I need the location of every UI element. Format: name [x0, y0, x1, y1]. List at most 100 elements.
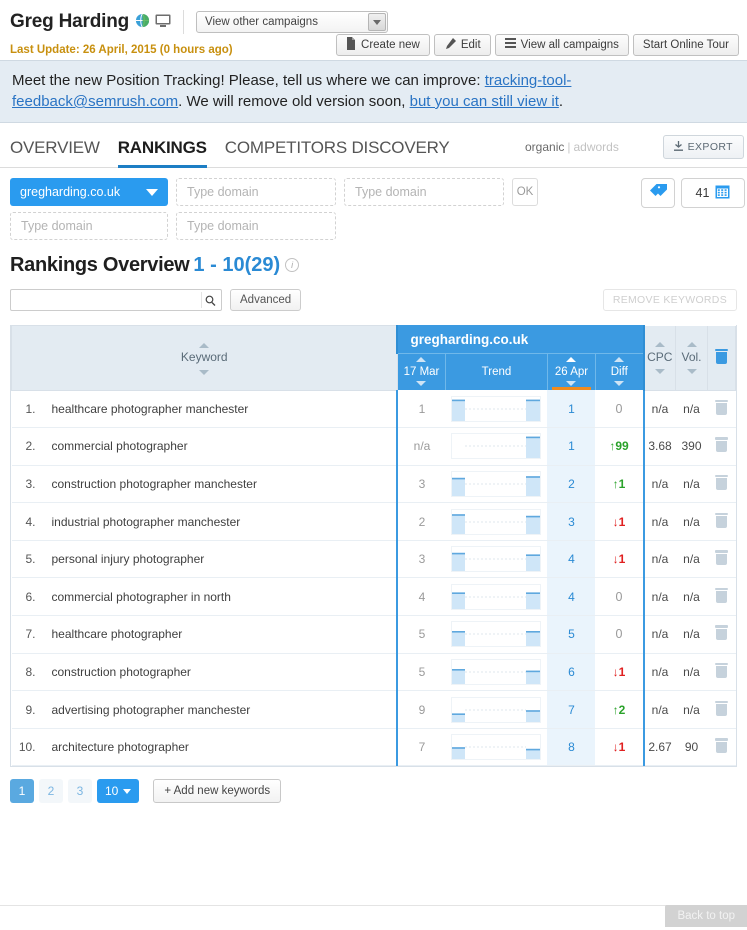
row-delete-button[interactable] — [707, 615, 736, 654]
add-new-keywords-button[interactable]: + Add new keywords — [153, 779, 282, 804]
tab-competitors-discovery[interactable]: COMPETITORS DISCOVERY — [225, 138, 450, 167]
last-update-text: Last Update: 26 April, 2015 (0 hours ago… — [10, 44, 233, 56]
ok-button[interactable]: OK — [512, 178, 538, 206]
tab-overview[interactable]: OVERVIEW — [10, 138, 100, 167]
row-keyword[interactable]: advertising photographer manchester — [41, 690, 398, 729]
row-delete-button[interactable] — [707, 690, 736, 729]
table-row[interactable]: 7. healthcare photographer 5 5 0 n/a n/a — [11, 615, 736, 654]
col-header-keyword[interactable]: Keyword — [11, 325, 398, 391]
chevron-down-icon[interactable] — [368, 13, 387, 31]
row-index: 10. — [11, 728, 42, 767]
row-delete-button[interactable] — [707, 728, 736, 767]
table-row[interactable]: 6. commercial photographer in north 4 4 0 n/a… — [11, 577, 736, 617]
table-row[interactable]: 10. architecture photographer 7 8 ↓1 2.67 90 — [11, 728, 736, 767]
tags-button[interactable] — [641, 178, 675, 208]
table-row[interactable]: 3. construction photographer manchester 3 2… — [11, 465, 736, 504]
campaign-toolbar: Greg Harding View other campaigns Last U… — [0, 0, 747, 60]
start-online-tour-button[interactable]: Start Online Tour — [632, 34, 739, 56]
row-keyword[interactable]: construction photographer manchester — [41, 465, 398, 504]
sort-arrows-icon — [654, 369, 665, 375]
page-button-2[interactable]: 2 — [39, 779, 63, 804]
row-delete-button[interactable] — [707, 427, 736, 466]
table-row[interactable]: 4. industrial photographer manchester 2 3 ↓1… — [11, 502, 736, 541]
row-keyword[interactable]: architecture photographer — [41, 728, 398, 767]
col-header-vol[interactable]: Vol. — [675, 325, 708, 391]
table-row[interactable]: 8. construction photographer 5 6 ↓1 n/a n/a — [11, 653, 736, 692]
table-row[interactable]: 9. advertising photographer manchester 9 7 ↑… — [11, 690, 736, 729]
row-index: 4. — [11, 502, 42, 541]
page-button-1[interactable]: 1 — [10, 779, 34, 804]
table-row[interactable]: 1. healthcare photographer manchester 1 1 0 n… — [11, 390, 736, 429]
row-keyword[interactable]: industrial photographer manchester — [41, 502, 398, 541]
mode-adwords[interactable]: adwords — [573, 140, 618, 154]
date-range-button[interactable]: 41 — [681, 178, 745, 208]
row-current-position[interactable]: 2 — [547, 465, 596, 504]
row-delete-button[interactable] — [707, 653, 736, 692]
sort-arrows-icon — [686, 342, 697, 348]
row-previous-position: 7 — [396, 728, 446, 767]
create-new-button[interactable]: Create new — [336, 34, 430, 56]
row-current-position[interactable]: 8 — [547, 728, 596, 767]
col-header-vol-label: Vol. — [681, 350, 702, 364]
row-current-position[interactable]: 4 — [547, 577, 596, 617]
mode-organic[interactable]: organic — [525, 140, 564, 154]
competitor-domain-input-2[interactable]: Type domain — [344, 178, 504, 206]
keyword-search-input[interactable] — [10, 289, 222, 311]
advanced-filter-button[interactable]: Advanced — [230, 289, 302, 311]
row-current-position[interactable]: 1 — [547, 390, 596, 429]
sort-arrows-icon — [614, 357, 625, 363]
row-current-position[interactable]: 4 — [547, 540, 596, 579]
old-version-link[interactable]: but you can still view it — [410, 93, 559, 110]
search-icon[interactable] — [201, 292, 219, 308]
table-row[interactable]: 2. commercial photographer n/a 1 ↑99 3.68 390 — [11, 427, 736, 466]
col-header-old-date[interactable]: 17 Mar — [397, 353, 446, 390]
row-current-position[interactable]: 5 — [547, 615, 596, 654]
competitor-domain-input-1[interactable]: Type domain — [176, 178, 336, 206]
start-online-tour-label: Start Online Tour — [642, 39, 729, 51]
row-volume: n/a — [675, 390, 708, 429]
row-delete-button[interactable] — [707, 540, 736, 579]
row-current-position[interactable]: 6 — [547, 653, 596, 692]
row-delete-button[interactable] — [707, 502, 736, 541]
col-header-cpc[interactable]: CPC — [643, 325, 676, 391]
info-icon[interactable]: i — [285, 258, 300, 272]
create-new-label: Create new — [361, 39, 420, 51]
row-keyword[interactable]: construction photographer — [41, 653, 398, 692]
row-keyword[interactable]: personal injury photographer — [41, 540, 398, 579]
sort-arrows-icon — [654, 342, 665, 348]
row-current-position[interactable]: 3 — [547, 502, 596, 541]
trend-sparkline — [451, 470, 542, 497]
row-diff: 0 — [595, 577, 645, 617]
row-delete-button[interactable] — [707, 465, 736, 504]
col-header-current-date[interactable]: 26 Apr — [546, 353, 596, 391]
row-keyword[interactable]: commercial photographer in north — [41, 577, 398, 617]
back-to-top-button[interactable]: Back to top — [665, 905, 747, 927]
export-button[interactable]: EXPORT — [662, 135, 744, 159]
row-delete-button[interactable] — [707, 390, 736, 429]
tab-rankings[interactable]: RANKINGS — [117, 138, 207, 168]
page-button-3[interactable]: 3 — [68, 779, 92, 804]
campaign-select[interactable]: View other campaigns — [196, 11, 389, 33]
row-keyword[interactable]: commercial photographer — [41, 427, 398, 466]
page-size-select[interactable]: 10 — [97, 779, 140, 804]
competitor-domain-input-3[interactable]: Type domain — [10, 212, 168, 240]
view-all-campaigns-button[interactable]: View all campaigns — [494, 34, 629, 56]
row-index: 3. — [11, 465, 42, 504]
table-row[interactable]: 5. personal injury photographer 3 4 ↓1 n/a n/a — [11, 540, 736, 579]
col-header-diff[interactable]: Diff — [594, 353, 645, 390]
trash-icon — [715, 662, 728, 678]
competitor-domain-input-4[interactable]: Type domain — [176, 212, 336, 240]
row-delete-button[interactable] — [707, 577, 736, 617]
col-header-delete[interactable] — [707, 325, 736, 391]
primary-domain-select[interactable]: gregharding.co.uk — [10, 178, 168, 206]
campaign-actions: Create new Edit View all campaigns Start… — [336, 34, 739, 56]
diff-value: 0 — [615, 627, 623, 642]
row-current-position[interactable]: 7 — [547, 690, 596, 729]
domain-filter-row-1: gregharding.co.uk Type domain Type domai… — [10, 178, 737, 206]
remove-keywords-button[interactable]: REMOVE KEYWORDS — [602, 289, 737, 311]
date-count: 41 — [695, 186, 710, 200]
edit-button[interactable]: Edit — [433, 34, 491, 56]
row-keyword[interactable]: healthcare photographer — [41, 615, 398, 654]
row-keyword[interactable]: healthcare photographer manchester — [41, 390, 398, 429]
row-current-position[interactable]: 1 — [547, 427, 596, 466]
